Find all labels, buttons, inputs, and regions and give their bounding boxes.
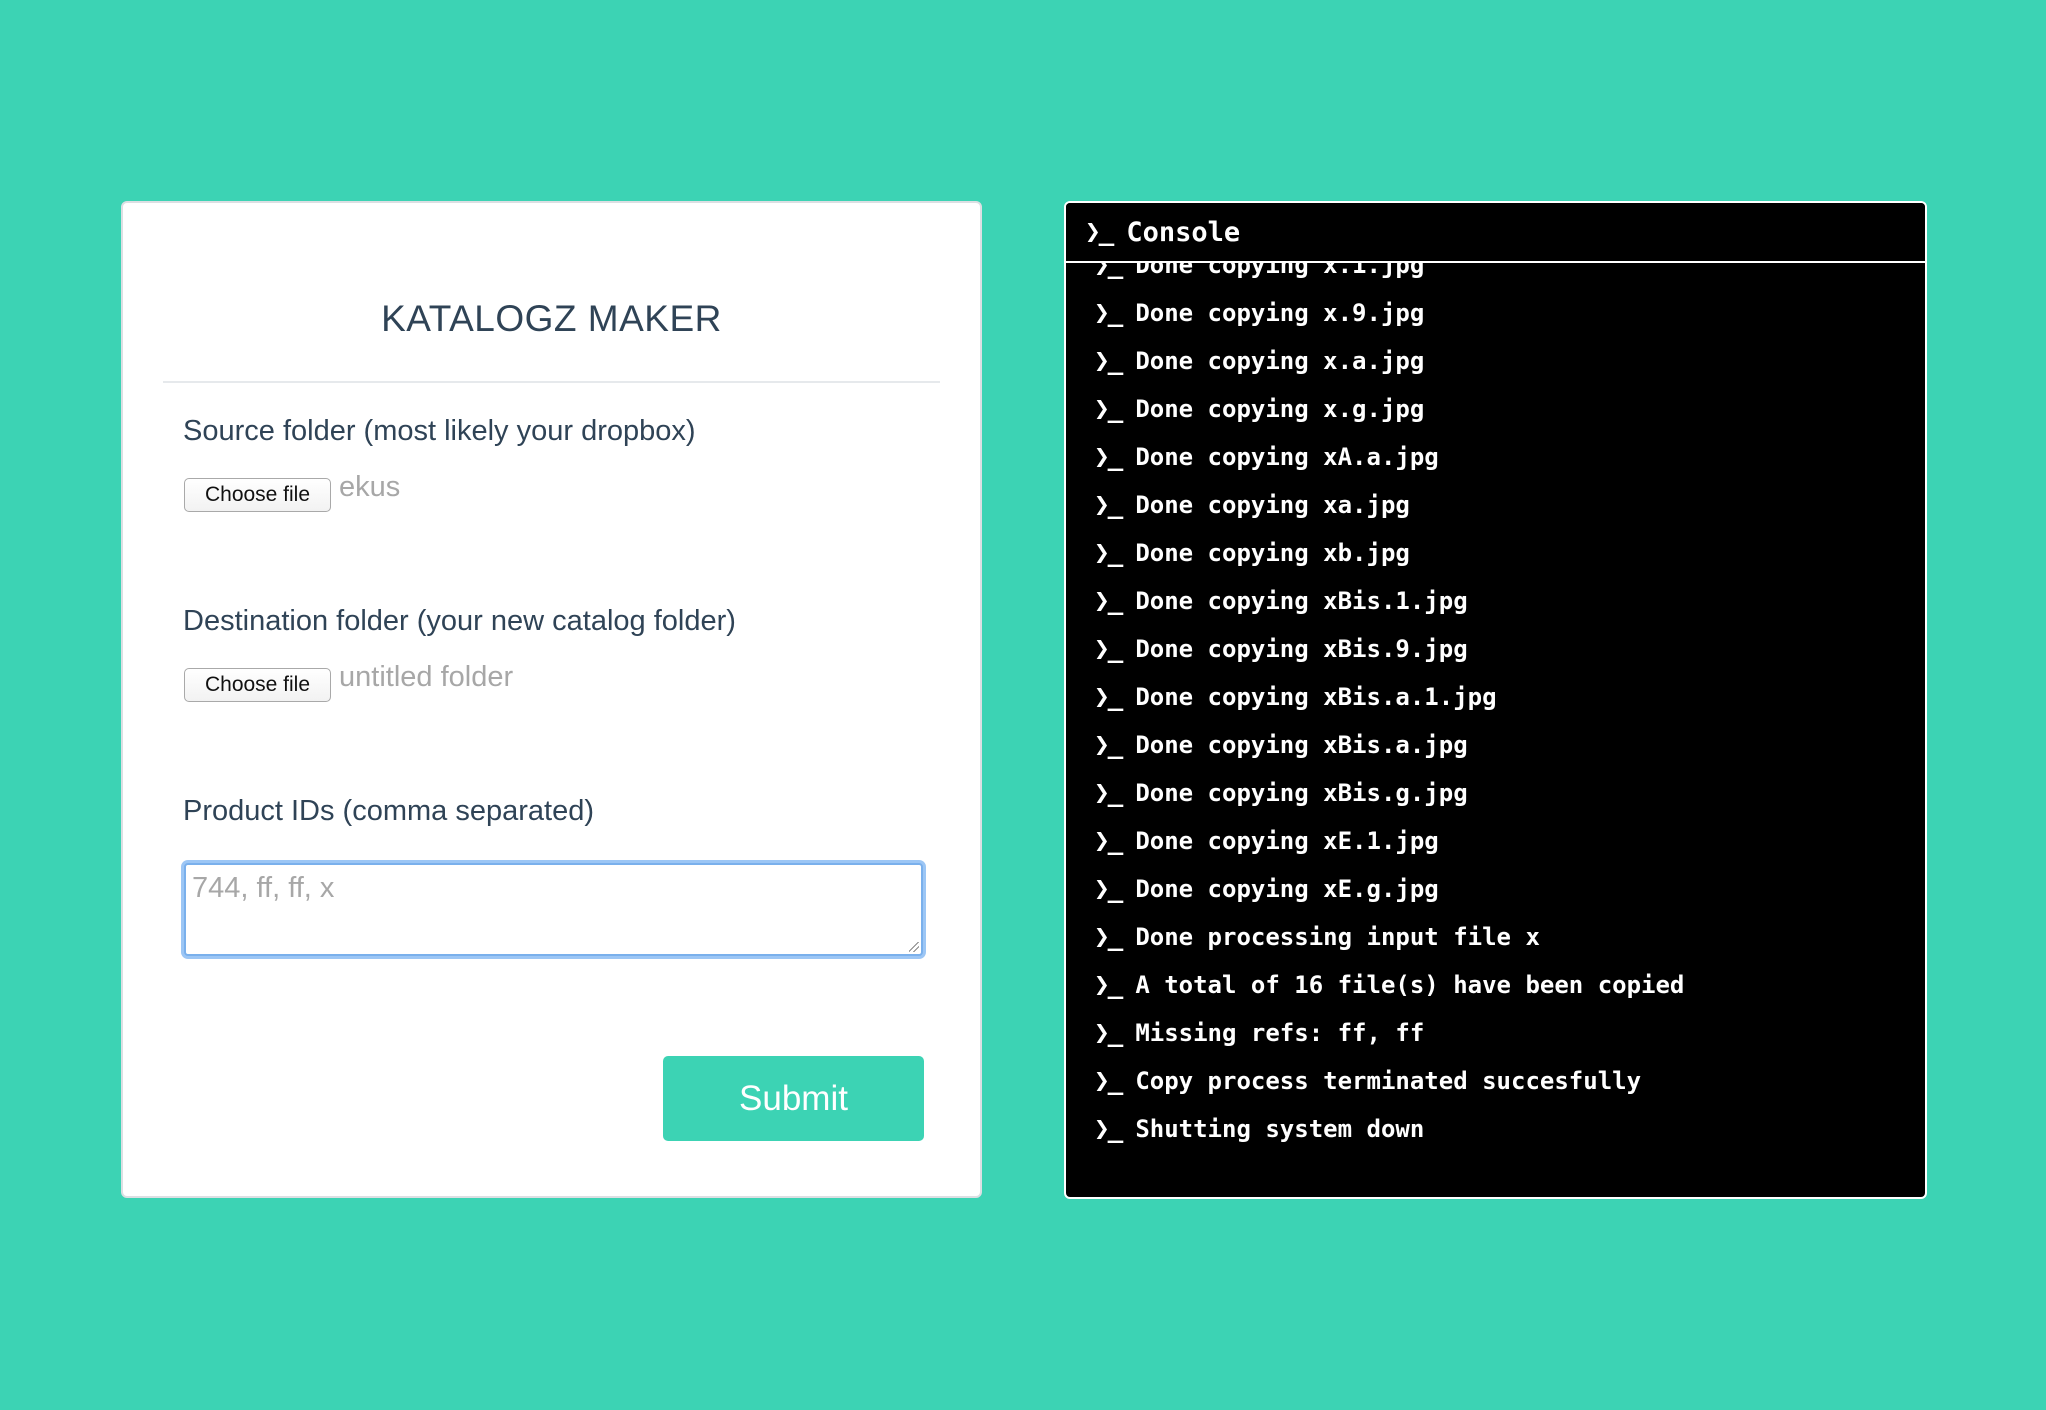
console-line: ❯_ Done copying xBis.9.jpg	[1094, 633, 1468, 665]
console-line-text: Done copying xBis.g.jpg	[1135, 779, 1468, 807]
form-title: KATALOGZ MAKER	[381, 298, 722, 339]
console-line: ❯_ Done copying xBis.a.1.jpg	[1094, 681, 1497, 713]
console-line-text: Done copying x.1.jpg	[1135, 261, 1425, 279]
terminal-prompt-icon: ❯_	[1094, 442, 1123, 472]
terminal-prompt-icon: ❯_	[1094, 1018, 1123, 1048]
console-line-text: Done copying x.9.jpg	[1135, 299, 1425, 327]
terminal-prompt-icon: ❯_	[1094, 490, 1123, 520]
console-line: ❯_ Missing refs: ff, ff	[1094, 1017, 1424, 1049]
console-title: Console	[1126, 216, 1241, 248]
console-line-text: Done copying x.a.jpg	[1135, 347, 1425, 375]
destination-choose-file-button[interactable]: Choose file	[184, 668, 331, 702]
console-line: ❯_ Done copying x.1.jpg	[1094, 261, 1424, 281]
submit-button[interactable]: Submit	[663, 1056, 924, 1141]
product-ids-label: Product IDs (comma separated)	[183, 795, 594, 827]
console-panel: ❯_ Console ❯_ Done copying x.1.jpg ❯_ Done …	[1064, 201, 1927, 1199]
console-line-text: Done copying xA.a.jpg	[1135, 443, 1439, 471]
terminal-prompt-icon: ❯_	[1094, 394, 1123, 424]
terminal-prompt-icon: ❯_	[1094, 922, 1123, 952]
console-line: ❯_ Copy process terminated succesfully	[1094, 1065, 1641, 1097]
terminal-prompt-icon: ❯_	[1094, 634, 1123, 664]
console-line: ❯_ Done copying xBis.1.jpg	[1094, 585, 1468, 617]
terminal-prompt-icon: ❯_	[1094, 826, 1123, 856]
console-line-text: Done copying x.g.jpg	[1135, 395, 1425, 423]
destination-file-name: untitled folder	[339, 661, 514, 693]
resize-grip-icon[interactable]	[909, 942, 919, 952]
terminal-prompt-icon: ❯_	[1094, 970, 1123, 1000]
console-line: ❯_ Done copying xE.g.jpg	[1094, 873, 1439, 905]
console-line-text: A total of 16 file(s) have been copied	[1135, 971, 1685, 999]
console-header: ❯_ Console	[1066, 203, 1925, 263]
terminal-prompt-icon: ❯_	[1094, 586, 1123, 616]
terminal-prompt-icon: ❯_	[1094, 1114, 1123, 1144]
console-line: ❯_ A total of 16 file(s) have been copied	[1094, 969, 1684, 1001]
console-line: ❯_ Done copying xA.a.jpg	[1094, 441, 1439, 473]
terminal-prompt-icon: ❯_	[1094, 778, 1123, 808]
terminal-prompt-icon: ❯_	[1094, 682, 1123, 712]
console-line: ❯_ Done copying xBis.g.jpg	[1094, 777, 1468, 809]
console-line-text: Done copying xE.1.jpg	[1135, 827, 1439, 855]
product-ids-value: 744, ff, ff, x	[192, 872, 335, 904]
console-line-text: Done copying xBis.a.1.jpg	[1135, 683, 1497, 711]
console-line: ❯_ Done copying xa.jpg	[1094, 489, 1410, 521]
terminal-prompt-icon: ❯_	[1094, 538, 1123, 568]
console-line-text: Shutting system down	[1135, 1115, 1425, 1143]
console-line: ❯_ Done copying x.9.jpg	[1094, 297, 1424, 329]
console-line-text: Done processing input file x	[1135, 923, 1540, 951]
title-divider	[163, 381, 940, 383]
console-line-text: Copy process terminated succesfully	[1135, 1067, 1642, 1095]
product-ids-textarea[interactable]: 744, ff, ff, x	[184, 863, 923, 956]
terminal-prompt-icon: ❯_	[1094, 730, 1123, 760]
console-line-text: Missing refs: ff, ff	[1135, 1019, 1425, 1047]
terminal-prompt-icon: ❯_	[1094, 261, 1123, 280]
form-card: KATALOGZ MAKER Source folder (most likel…	[121, 201, 982, 1198]
console-line-text: Done copying xBis.1.jpg	[1135, 587, 1468, 615]
source-choose-file-button[interactable]: Choose file	[184, 478, 331, 512]
terminal-prompt-icon: ❯_	[1094, 874, 1123, 904]
console-line: ❯_ Done copying x.g.jpg	[1094, 393, 1424, 425]
console-line-text: Done copying xE.g.jpg	[1135, 875, 1439, 903]
destination-folder-label: Destination folder (your new catalog fol…	[183, 605, 736, 637]
console-line: ❯_ Done copying xb.jpg	[1094, 537, 1410, 569]
console-line-text: Done copying xBis.9.jpg	[1135, 635, 1468, 663]
source-folder-label: Source folder (most likely your dropbox)	[183, 415, 696, 447]
terminal-prompt-icon: ❯_	[1085, 217, 1114, 247]
console-output[interactable]: ❯_ Done copying x.1.jpg ❯_ Done copying x.9…	[1066, 261, 1925, 1197]
console-line-text: Done copying xb.jpg	[1135, 539, 1410, 567]
terminal-prompt-icon: ❯_	[1094, 298, 1123, 328]
console-line: ❯_ Done copying x.a.jpg	[1094, 345, 1424, 377]
console-line: ❯_ Done copying xBis.a.jpg	[1094, 729, 1468, 761]
console-line: ❯_ Done copying xE.1.jpg	[1094, 825, 1439, 857]
source-file-name: ekus	[339, 471, 401, 503]
console-line: ❯_ Shutting system down	[1094, 1113, 1424, 1145]
terminal-prompt-icon: ❯_	[1094, 346, 1123, 376]
console-line-text: Done copying xBis.a.jpg	[1135, 731, 1468, 759]
terminal-prompt-icon: ❯_	[1094, 1066, 1123, 1096]
console-line-text: Done copying xa.jpg	[1135, 491, 1410, 519]
console-line: ❯_ Done processing input file x	[1094, 921, 1540, 953]
